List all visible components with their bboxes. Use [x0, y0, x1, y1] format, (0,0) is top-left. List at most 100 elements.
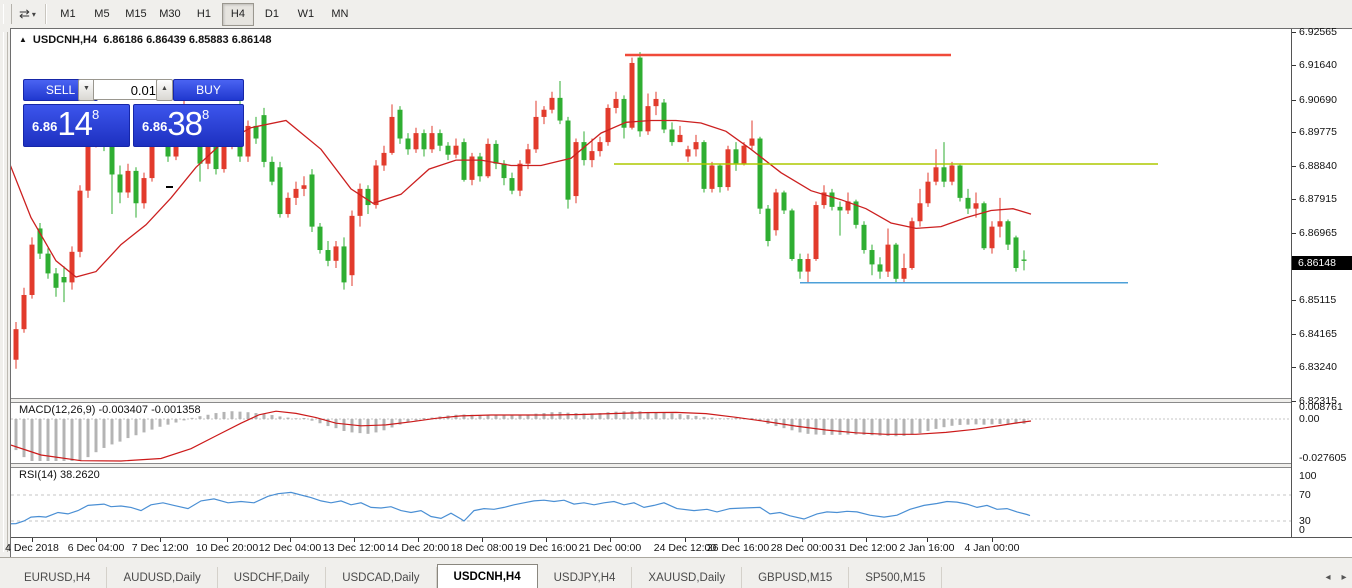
chart-tab-usdjpy-h4[interactable]: USDJPY,H4: [538, 567, 633, 588]
candle-bull: [14, 329, 19, 360]
volume-increase-button[interactable]: ▲: [156, 79, 173, 101]
candle-bull: [678, 135, 683, 142]
candle-bear: [798, 259, 803, 272]
candle-bull: [742, 146, 747, 164]
candle-bear: [494, 144, 499, 164]
chart-tab-eurusd-h4[interactable]: EURUSD,H4: [8, 567, 107, 588]
ohlc-close: 6.86148: [232, 34, 272, 46]
candle-bull: [750, 139, 755, 146]
candle-bear: [406, 139, 411, 150]
price-tick-label: 6.92565: [1299, 26, 1337, 38]
buy-button[interactable]: BUY: [173, 79, 244, 101]
candle-bear: [366, 189, 371, 205]
candle-bear: [982, 203, 987, 248]
timeframe-button-m30[interactable]: M30: [154, 3, 186, 26]
time-tick-label: 2 Jan 16:00: [900, 542, 955, 554]
candle-bull: [518, 164, 523, 191]
bid-price-prefix: 6.86: [32, 119, 57, 134]
candle-bear: [1006, 221, 1011, 244]
chart-tab-usdcad-daily[interactable]: USDCAD,Daily: [326, 567, 436, 588]
candle-bull: [918, 203, 923, 221]
mt4-window: ⇄ ▾ M1M5M15M30H1H4D1W1MN ▲USDCNH,H4 6.86…: [0, 0, 1352, 588]
candle-bull: [22, 295, 27, 329]
candle-bear: [462, 142, 467, 180]
volume-input[interactable]: [93, 79, 161, 100]
bid-quote-panel[interactable]: 6.86148: [23, 104, 130, 147]
time-tick-label: 6 Dec 04:00: [68, 542, 125, 554]
macd-title: MACD(12,26,9) -0.003407 -0.001358: [19, 404, 201, 416]
chevron-down-icon[interactable]: ▾: [32, 10, 36, 19]
chart-window: ▲USDCNH,H4 6.86186 6.86439 6.85883 6.861…: [10, 28, 1352, 557]
timeframe-button-m5[interactable]: M5: [86, 3, 118, 26]
chart-shift-button[interactable]: ⇄ ▾: [15, 3, 40, 25]
macd-values: -0.003407 -0.001358: [98, 404, 200, 416]
time-tick-label: 21 Dec 00:00: [579, 542, 641, 554]
toolbar-separator: [45, 4, 46, 24]
chart-tab-xauusd-daily[interactable]: XAUUSD,Daily: [632, 567, 742, 588]
candle-bull: [614, 99, 619, 108]
tabs-container: EURUSD,H4AUDUSD,DailyUSDCHF,DailyUSDCAD,…: [8, 564, 942, 588]
candle-bear: [878, 264, 883, 271]
candle-bull: [302, 185, 307, 189]
candle-bull: [686, 149, 691, 156]
candle-bull: [654, 99, 659, 106]
candle-bear: [702, 142, 707, 189]
chart-tab-audusd-daily[interactable]: AUDUSD,Daily: [107, 567, 217, 588]
price-tick-label: 6.88840: [1299, 160, 1337, 172]
chart-tab-gbpusd-m15[interactable]: GBPUSD,M15: [742, 567, 849, 588]
timeframe-button-m15[interactable]: M15: [120, 3, 152, 26]
price-axis[interactable]: 6.925656.916406.906906.897756.888406.879…: [1291, 29, 1352, 537]
chart-shift-icon: ⇄: [19, 6, 30, 22]
candle-bull: [590, 151, 595, 160]
price-tick-mark: [1292, 233, 1296, 234]
tabs-scroll-right-icon[interactable]: ▸: [1336, 567, 1352, 588]
timeframe-buttons: M1M5M15M30H1H4D1W1MN: [51, 3, 357, 26]
rsi-label: RSI(14): [19, 469, 57, 481]
price-tick-label: 6.91640: [1299, 59, 1337, 71]
price-tick-label: 6.86965: [1299, 227, 1337, 239]
chart-tab-sp500-m15[interactable]: SP500,M15: [849, 567, 942, 588]
timeframe-button-h4[interactable]: H4: [222, 3, 254, 26]
candle-bull: [550, 98, 555, 110]
candle-bear: [838, 207, 843, 211]
macd-pane-canvas[interactable]: [11, 401, 1291, 463]
price-tick-label: 6.90690: [1299, 94, 1337, 106]
candle-bear: [718, 165, 723, 187]
tabs-scroll-left-icon[interactable]: ◂: [1320, 567, 1336, 588]
time-tick-label: 4 Dec 2018: [5, 542, 59, 554]
chart-tab-bar: EURUSD,H4AUDUSD,DailyUSDCHF,DailyUSDCAD,…: [0, 557, 1352, 588]
candle-bear: [1014, 237, 1019, 268]
candle-bull: [286, 198, 291, 214]
candle-bull: [814, 205, 819, 259]
candle-bear: [758, 139, 763, 209]
candle-bear: [326, 250, 331, 261]
candle-bear: [278, 167, 283, 214]
candle-bull: [222, 144, 227, 169]
collapse-panel-icon[interactable]: ▲: [19, 35, 27, 44]
toolbar-grip[interactable]: [3, 4, 12, 24]
rsi-title: RSI(14) 38.2620: [19, 469, 100, 481]
candle-bear: [830, 192, 835, 206]
candle-bull: [630, 63, 635, 128]
candle-bull: [70, 252, 75, 283]
timeframe-button-w1[interactable]: W1: [290, 3, 322, 26]
candle-bull: [526, 149, 531, 163]
chart-tab-usdcnh-h4[interactable]: USDCNH,H4: [437, 564, 538, 588]
candle-bull: [390, 117, 395, 153]
rsi-pane-canvas[interactable]: [11, 466, 1291, 537]
one-click-trading-panel: SELL ▼ ▲ BUY 6.86148 6.86388: [23, 79, 242, 145]
candle-bull: [694, 142, 699, 149]
price-tick-mark: [1292, 300, 1296, 301]
timeframe-button-m1[interactable]: M1: [52, 3, 84, 26]
rsi-axis-label: 100: [1299, 470, 1317, 482]
candle-bear: [254, 126, 259, 139]
candle-bull: [350, 216, 355, 275]
ask-quote-panel[interactable]: 6.86388: [133, 104, 244, 147]
timeframe-toolbar: ⇄ ▾ M1M5M15M30H1H4D1W1MN: [0, 0, 1352, 29]
timeframe-button-mn[interactable]: MN: [324, 3, 356, 26]
candle-bull: [974, 203, 979, 208]
time-axis[interactable]: 4 Dec 20186 Dec 04:007 Dec 12:0010 Dec 2…: [11, 537, 1352, 558]
timeframe-button-h1[interactable]: H1: [188, 3, 220, 26]
timeframe-button-d1[interactable]: D1: [256, 3, 288, 26]
chart-tab-usdchf-daily[interactable]: USDCHF,Daily: [218, 567, 326, 588]
